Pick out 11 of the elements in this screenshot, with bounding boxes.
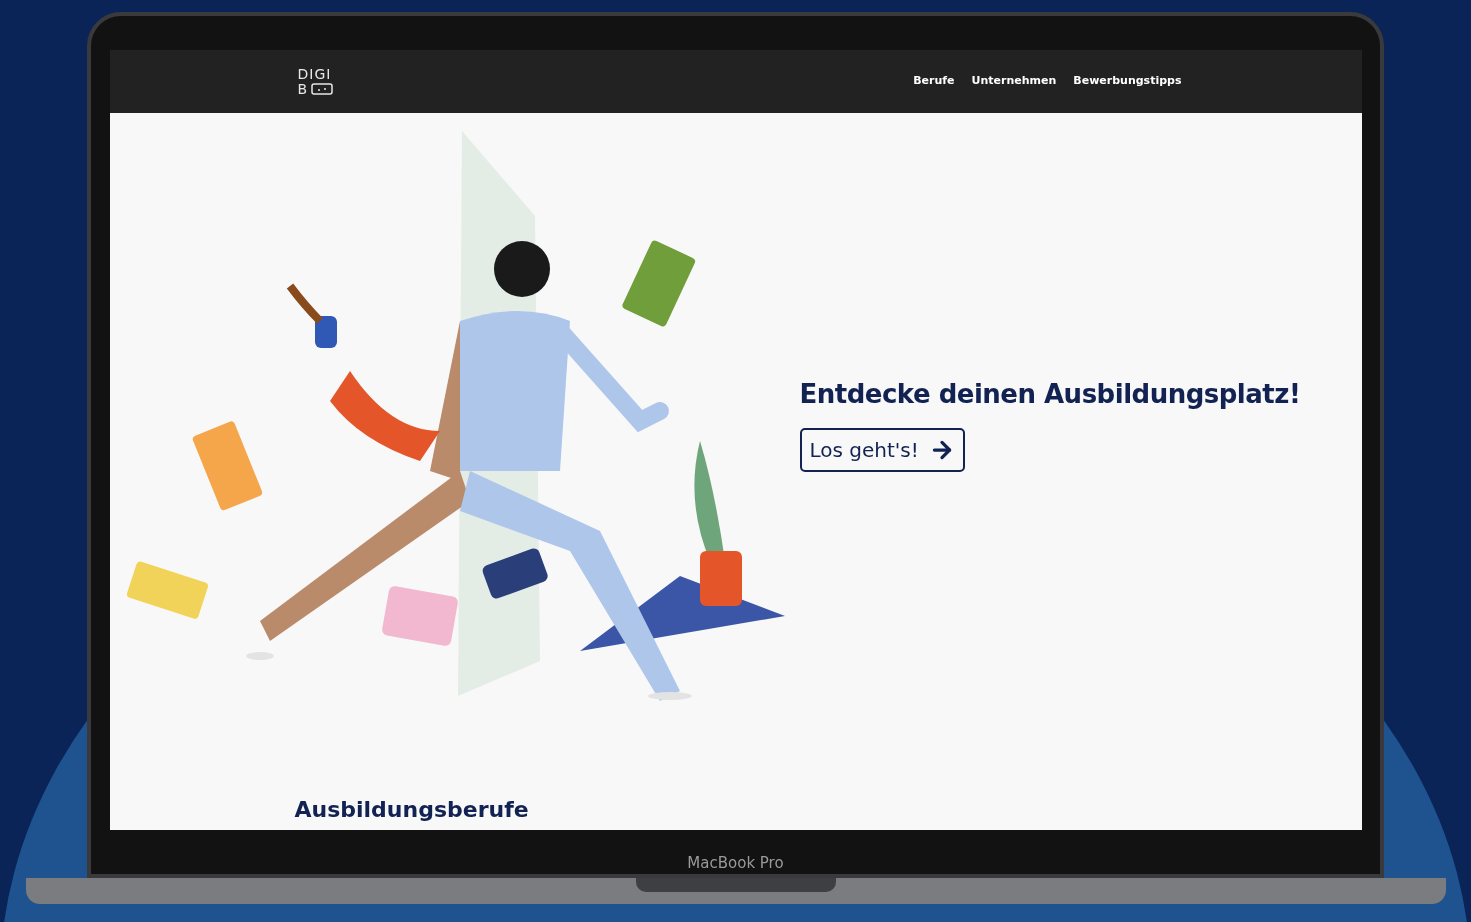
hero-heading: Entdecke deinen Ausbildungsplatz! — [799, 378, 1301, 411]
start-button[interactable]: Los geht's! — [799, 428, 965, 472]
nav-link[interactable]: Berufe — [913, 73, 955, 90]
gamepad-icon — [311, 83, 334, 95]
section-heading: Ausbildungsberufe — [293, 795, 530, 824]
logo-text: B — [297, 81, 309, 97]
device-label: MacBook Pro — [687, 852, 784, 874]
nav-link[interactable]: Unternehmen — [971, 73, 1057, 90]
nav-link[interactable]: Bewerbungstipps — [1073, 73, 1182, 90]
logo-text: DIGI — [297, 66, 333, 82]
site-logo[interactable]: DIGI B — [297, 66, 334, 97]
